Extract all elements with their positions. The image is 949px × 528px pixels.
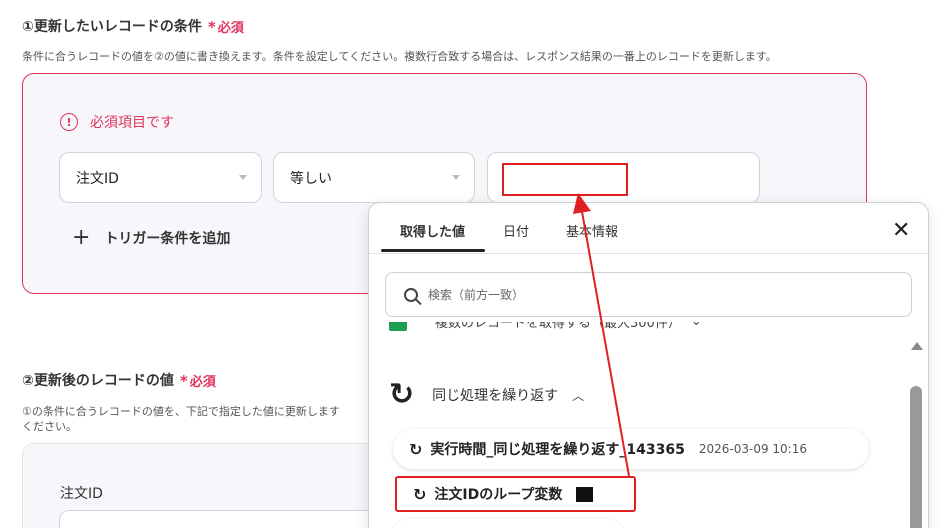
tab-date[interactable]: 日付 xyxy=(503,221,529,240)
scroll-thumb[interactable] xyxy=(910,386,922,528)
spreadsheet-icon xyxy=(389,322,407,331)
cursor-marker xyxy=(576,486,594,502)
section1-description: 条件に合うレコードの値を②の値に書き換えます。条件を設定してください。複数行合致… xyxy=(22,50,777,63)
loop-icon: ↻ xyxy=(389,377,415,412)
group-loop[interactable]: ↻ 同じ処理を繰り返す ︿ xyxy=(389,380,584,410)
section1-title: ①更新したいレコードの条件 * 必須 xyxy=(22,17,244,36)
tab-basic-info[interactable]: 基本情報 xyxy=(566,221,618,240)
annotation-highlight-target xyxy=(502,163,628,196)
list-item-truncated[interactable]: 複数のレコードを取得する（最大300件） ⌄ xyxy=(389,322,889,342)
add-trigger-button[interactable]: + トリガー条件を追加 xyxy=(72,227,230,249)
chevron-down-icon xyxy=(452,175,460,180)
required-badge: * 必須 xyxy=(179,371,216,390)
tab-acquired-values[interactable]: 取得した値 xyxy=(400,221,465,240)
required-badge: * 必須 xyxy=(207,17,244,36)
chevron-down-icon xyxy=(239,175,247,180)
error-message: ! 必須項目です xyxy=(60,112,174,132)
list-item-order-id-loop-var[interactable]: ↻ 注文IDのループ変数 xyxy=(395,476,636,512)
scroll-up-icon[interactable] xyxy=(911,342,923,350)
field-label-order-id: 注文ID xyxy=(60,486,103,502)
close-icon[interactable]: ✕ xyxy=(892,220,910,242)
field-select[interactable]: 注文ID xyxy=(59,152,262,203)
list-item-execution-time[interactable]: ↻ 実行時間_同じ処理を繰り返す_143365 2026-03-09 10:16 xyxy=(393,429,869,469)
alert-circle-icon: ! xyxy=(60,113,78,131)
section2-title: ②更新後のレコードの値 * 必須 xyxy=(22,371,216,390)
search-icon xyxy=(404,287,418,302)
plus-icon: + xyxy=(72,225,91,250)
list-item-next[interactable] xyxy=(393,519,623,528)
value-picker-popup: 取得した値 日付 基本情報 ✕ 検索（前方一致） 複数のレコードを取得する（最大… xyxy=(368,202,929,528)
scrollbar[interactable] xyxy=(909,333,923,528)
section2-description-line1: ①の条件に合うレコードの値を、下記で指定した値に更新します xyxy=(22,405,340,418)
operator-select[interactable]: 等しい xyxy=(273,152,475,203)
tab-divider xyxy=(369,253,928,254)
order-id-value-input[interactable] xyxy=(59,510,399,528)
search-input[interactable]: 検索（前方一致） xyxy=(385,272,912,317)
chevron-down-icon: ⌄ xyxy=(691,322,702,329)
section2-description-line2: ください。 xyxy=(22,420,77,433)
loop-icon: ↻ xyxy=(409,439,423,459)
loop-icon: ↻ xyxy=(413,484,427,504)
chevron-up-icon: ︿ xyxy=(572,388,585,403)
active-tab-indicator xyxy=(381,249,485,252)
